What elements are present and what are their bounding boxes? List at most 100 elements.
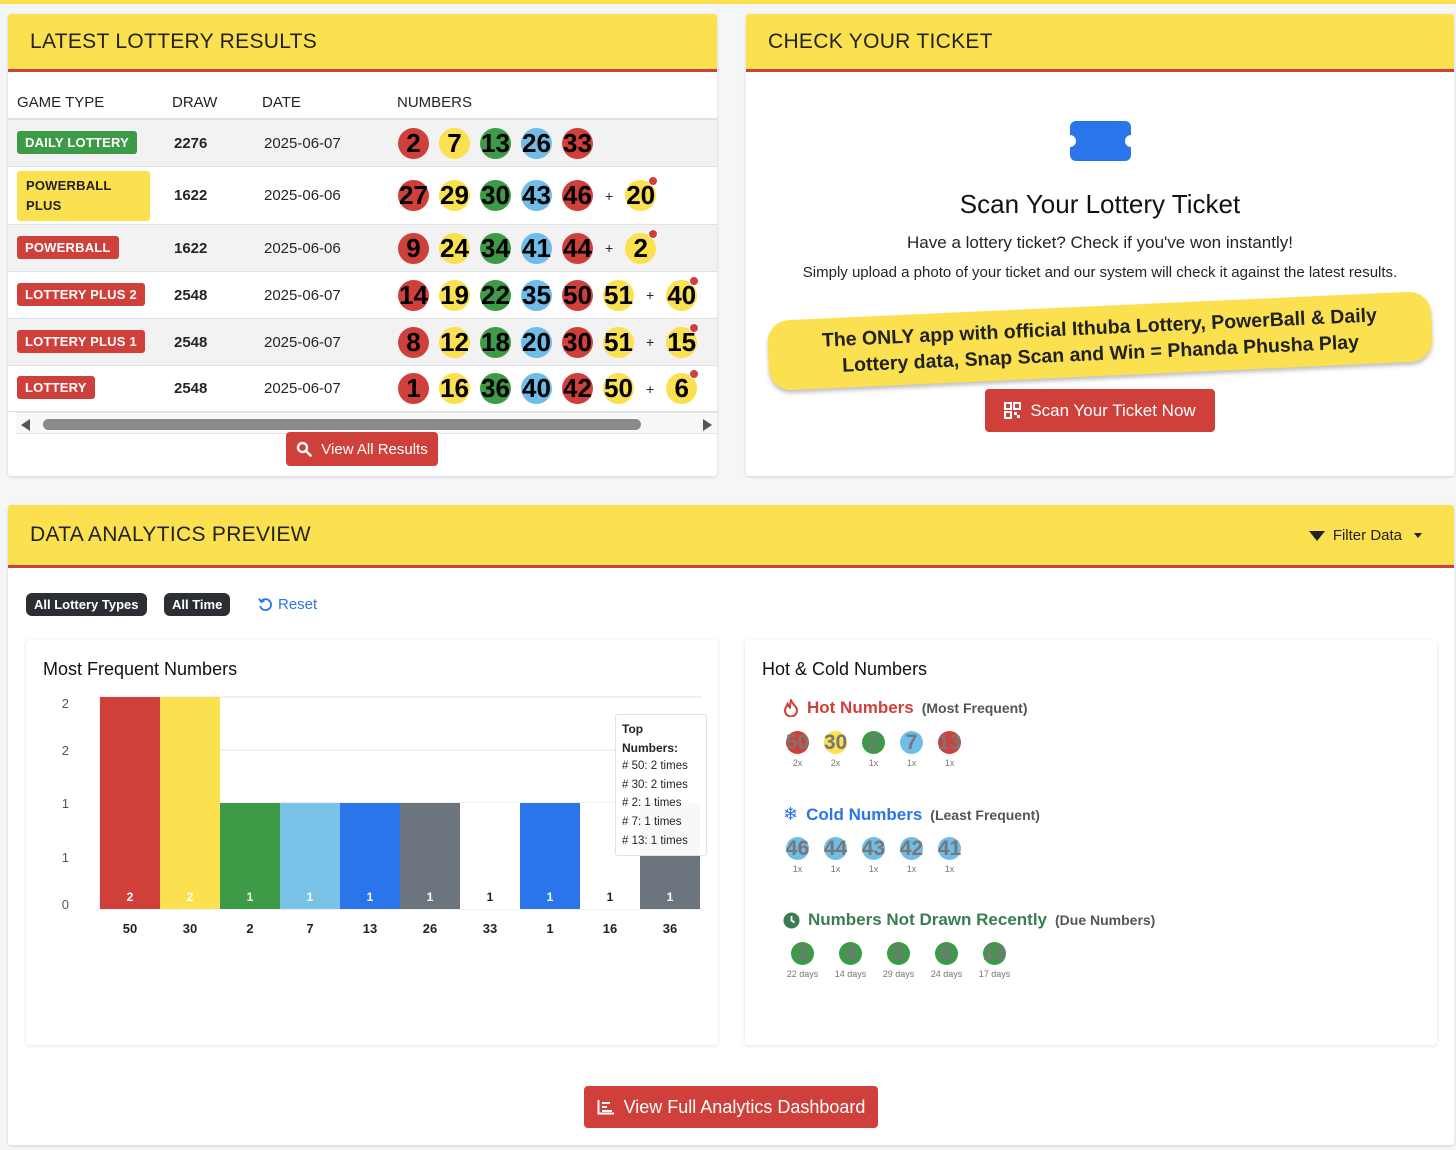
x-tick-label: 26 <box>423 921 437 936</box>
number-ball: 19 <box>439 279 470 311</box>
number-ball: 27 <box>398 180 429 211</box>
bar <box>100 697 160 909</box>
cold-numbers-note: (Least Frequent) <box>930 806 1040 823</box>
cold-number-item: 41 1x <box>937 837 962 875</box>
due-numbers-heading: Numbers Not Drawn Recently (Due Numbers) <box>783 910 1155 930</box>
number-ball: 4 <box>839 942 862 965</box>
game-type-badge: LOTTERY PLUS 1 <box>17 329 145 353</box>
scan-ticket-button[interactable]: Scan Your Ticket Now <box>985 389 1215 432</box>
number-balls: 2 7 13 26 33 <box>398 127 603 159</box>
powerball-dot-icon <box>689 369 700 379</box>
bonus-ball: 2 <box>625 228 659 264</box>
number-stat: 1x <box>944 864 955 874</box>
number-ball: 6 <box>935 942 958 965</box>
number-stat: 2x <box>830 758 841 768</box>
cold-number-item: 44 1x <box>823 836 848 875</box>
hot-numbers-note: (Most Frequent) <box>921 700 1028 716</box>
view-analytics-dashboard-button[interactable]: View Full Analytics Dashboard <box>584 1086 878 1128</box>
view-all-results-label: View All Results <box>321 440 428 458</box>
x-tick-label: 50 <box>123 921 137 936</box>
chart-tooltip: Top Numbers: # 50: 2 times # 30: 2 times… <box>615 714 707 857</box>
draw-date: 2025-06-07 <box>264 380 341 397</box>
draw-date: 2025-06-07 <box>264 333 341 351</box>
filter-icon <box>1308 530 1325 541</box>
draw-date: 2025-06-06 <box>264 187 341 204</box>
search-icon <box>297 441 313 457</box>
results-table-header: GAME TYPE DRAW DATE NUMBERS <box>8 82 717 120</box>
fire-icon <box>783 699 799 717</box>
tooltip-title: Top Numbers: <box>622 722 679 755</box>
clock-icon <box>783 912 800 928</box>
number-ball: 44 <box>823 836 848 860</box>
hot-cold-panel: Hot & Cold Numbers Hot Numbers (Most Fre… <box>745 640 1437 1045</box>
number-stat: 1x <box>944 758 955 768</box>
bar-value-label: 1 <box>547 890 554 904</box>
number-ball: 51 <box>603 326 634 358</box>
top-accent-line <box>0 0 1456 4</box>
game-type-badge: POWERBALL <box>17 235 119 259</box>
number-ball: 26 <box>521 127 552 159</box>
number-balls: 14 19 22 35 50 51 +40 <box>398 275 707 311</box>
bar-value-label: 1 <box>247 890 254 904</box>
scroll-thumb[interactable] <box>43 419 641 430</box>
scroll-left-icon[interactable] <box>21 419 30 431</box>
tooltip-line: # 50: 2 times <box>622 760 688 773</box>
number-ball: 7 <box>900 731 923 754</box>
cold-numbers-heading: ❄ Cold Numbers (Least Frequent) <box>783 804 1040 825</box>
powerball-dot-icon <box>689 322 700 333</box>
number-ball: 42 <box>899 836 924 860</box>
number-ball: 10 <box>982 941 1007 965</box>
tooltip-line: # 2: 1 times <box>622 797 682 810</box>
bonus-ball: 40 <box>666 275 700 311</box>
scan-note: Simply upload a photo of your ticket and… <box>802 264 1398 281</box>
due-number-item: 10 17 days <box>977 941 1012 980</box>
view-analytics-dashboard-label: View Full Analytics Dashboard <box>623 1096 866 1117</box>
draw-number: 2548 <box>174 333 208 351</box>
col-draw: DRAW <box>172 94 218 111</box>
hot-numbers-row: 50 2x 30 2x 2 1x 7 1x 13 1x <box>785 730 962 769</box>
hot-number-item: 50 2x <box>785 731 810 769</box>
number-ball: 43 <box>861 836 886 860</box>
number-ball: 50 <box>562 279 593 311</box>
bar-value-label: 1 <box>607 890 614 904</box>
number-stat: 17 days <box>978 969 1011 979</box>
view-all-results-button[interactable]: View All Results <box>286 432 438 466</box>
number-ball: 51 <box>603 279 634 311</box>
cold-numbers-row: 46 1x 44 1x 43 1x 42 1x 41 1x <box>785 836 962 875</box>
horizontal-scrollbar[interactable] <box>16 412 717 434</box>
number-ball: 22 <box>480 279 511 311</box>
results-title: LATEST LOTTERY RESULTS <box>30 29 318 53</box>
scroll-right-icon[interactable] <box>703 419 712 431</box>
col-game-type: GAME TYPE <box>17 94 105 111</box>
y-tick-label: 0 <box>62 897 69 912</box>
bonus-ball: 20 <box>625 176 659 211</box>
game-type-badge: LOTTERY <box>17 376 95 399</box>
tooltip-line: # 7: 1 times <box>622 815 682 828</box>
due-number-item: 4 14 days <box>833 942 868 980</box>
number-ball: 30 <box>823 730 848 754</box>
number-ball: 7 <box>439 127 470 159</box>
filter-data-dropdown[interactable]: Filter Data <box>1308 527 1422 544</box>
number-ball: 18 <box>480 326 511 358</box>
chevron-down-icon <box>1414 533 1422 538</box>
snowflake-icon: ❄ <box>783 804 799 824</box>
bonus-ball-number: 6 <box>674 373 689 403</box>
ticket-icon <box>1064 121 1137 161</box>
table-row: LOTTERY PLUS 1 2548 2025-06-07 8 12 18 20 30 51 +… <box>8 319 717 366</box>
due-number-item: 3 22 days <box>785 942 820 980</box>
number-stat: 1x <box>792 864 803 874</box>
plus-sign: + <box>646 334 655 350</box>
number-stat: 24 days <box>930 969 963 979</box>
number-stat: 1x <box>830 864 841 874</box>
x-tick-label: 7 <box>306 921 313 936</box>
number-ball: 12 <box>439 326 470 358</box>
number-stat: 1x <box>868 864 879 874</box>
filter-pill-lottery-types: All Lottery Types <box>26 593 147 616</box>
hot-numbers-label: Hot Numbers <box>807 698 914 717</box>
number-stat: 22 days <box>786 969 819 979</box>
cold-number-item: 42 1x <box>899 836 924 875</box>
bar-value-label: 2 <box>127 890 134 904</box>
number-balls: 8 12 18 20 30 51 +15 <box>398 322 707 358</box>
reset-link[interactable]: Reset <box>258 596 317 613</box>
number-ball: 46 <box>562 180 593 211</box>
